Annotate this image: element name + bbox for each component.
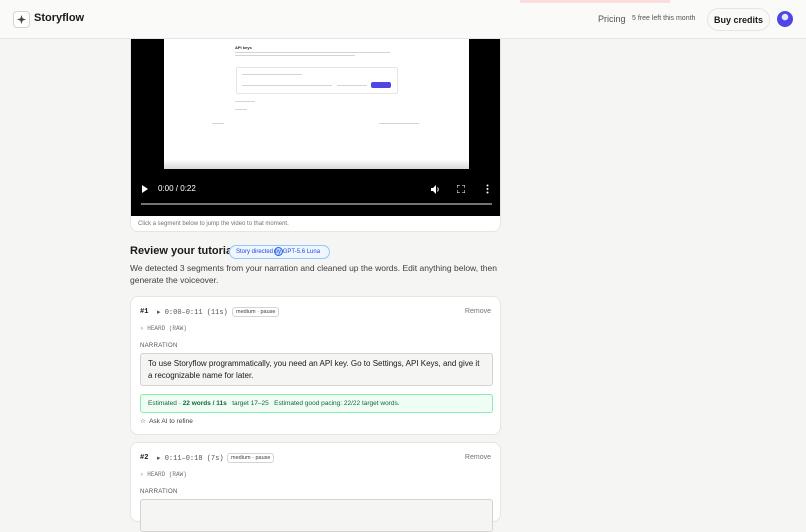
brand-name[interactable]: Storyflow (34, 12, 84, 24)
heard-raw-toggle[interactable]: › HEARD (RAW) (140, 325, 187, 332)
narration-label: NARRATION (140, 489, 178, 495)
ask-ai-label: Ask AI to refine (149, 418, 193, 425)
video-player[interactable]: API keys 0:00 / 0:22 (131, 39, 500, 216)
remove-segment-button[interactable]: Remove (465, 308, 491, 315)
heard-raw-toggle[interactable]: › HEARD (RAW) (140, 471, 187, 478)
video-progress-bar[interactable] (141, 203, 492, 205)
buy-credits-button[interactable]: Buy credits (707, 8, 770, 31)
segment-tag: medium · pause (227, 453, 275, 463)
video-frame-line (242, 85, 332, 86)
estimate-target: target 17–25 (232, 400, 269, 407)
segment-number: #1 (140, 308, 149, 316)
segment-number: #2 (140, 454, 149, 462)
video-frame-form (236, 67, 398, 94)
review-description: We detected 3 segments from your narrati… (130, 263, 497, 285)
sparkle-icon: ☆ (140, 418, 146, 425)
play-icon[interactable] (142, 185, 148, 193)
video-frame-line (212, 123, 224, 124)
segment-card: #1 ▸ 0:00–0:11 (11s) medium · pause Remo… (130, 296, 501, 435)
segment-time-toggle[interactable]: ▸ 0:11–0:18 (7s) (157, 454, 224, 463)
storyflow-logo-icon[interactable] (13, 11, 30, 28)
estimate-words: 22 words / 11s (182, 400, 227, 407)
play-icon[interactable]: ▸ (157, 455, 165, 463)
chevron-right-icon: › (140, 471, 144, 478)
video-frame-line (235, 109, 247, 110)
video-frame-line (242, 74, 302, 75)
video-frame-line (235, 52, 390, 53)
estimate-note: Estimated good pacing: 22/22 target word… (274, 400, 400, 407)
video-card: API keys 0:00 / 0:22 Click a segment bel… (130, 39, 501, 232)
segment-tag: medium · pause (232, 307, 280, 317)
chevron-right-icon: › (140, 325, 144, 332)
more-options-icon[interactable] (486, 184, 489, 194)
heard-raw-label: HEARD (RAW) (147, 471, 187, 478)
app-header: Storyflow Pricing 5 free left this month… (0, 0, 806, 39)
cursor-indicator (274, 247, 283, 256)
nav-pricing-link[interactable]: Pricing (598, 14, 626, 24)
video-frame-line (235, 55, 355, 56)
narration-label: NARRATION (140, 343, 178, 349)
video-frame-create-button (371, 82, 391, 88)
fullscreen-icon[interactable] (457, 185, 465, 193)
play-icon[interactable]: ▸ (157, 309, 165, 317)
segment-card: #2 ▸ 0:11–0:18 (7s) medium · pause Remov… (130, 442, 501, 532)
estimate-prefix: Estimated · (148, 400, 183, 407)
credits-remaining: 5 free left this month (632, 15, 696, 22)
segment-time: 0:11–0:18 (7s) (164, 455, 224, 463)
segment-time-toggle[interactable]: ▸ 0:00–0:11 (11s) (157, 308, 228, 317)
top-fade-decoration (520, 0, 670, 3)
heard-raw-label: HEARD (RAW) (147, 325, 187, 332)
video-frame-line (379, 123, 419, 124)
video-time: 0:00 / 0:22 (158, 184, 196, 193)
video-hint-text: Click a segment below to jump the video … (138, 221, 289, 227)
volume-icon[interactable] (431, 185, 441, 194)
video-frame-line (235, 101, 255, 102)
segment-time: 0:00–0:11 (11s) (164, 309, 228, 317)
review-title: Review your tutorial (130, 245, 236, 257)
remove-segment-button[interactable]: Remove (465, 454, 491, 461)
video-frame-title: API keys (235, 45, 252, 50)
video-frame-preview: API keys (164, 39, 469, 169)
ask-ai-refine-button[interactable]: ☆ Ask AI to refine (140, 417, 193, 425)
narration-textarea[interactable]: To use Storyflow programmatically, you n… (140, 353, 493, 386)
user-avatar[interactable] (777, 11, 793, 27)
pacing-estimate: Estimated · 22 words / 11s target 17–25 … (140, 394, 493, 413)
video-frame-line (337, 85, 367, 86)
